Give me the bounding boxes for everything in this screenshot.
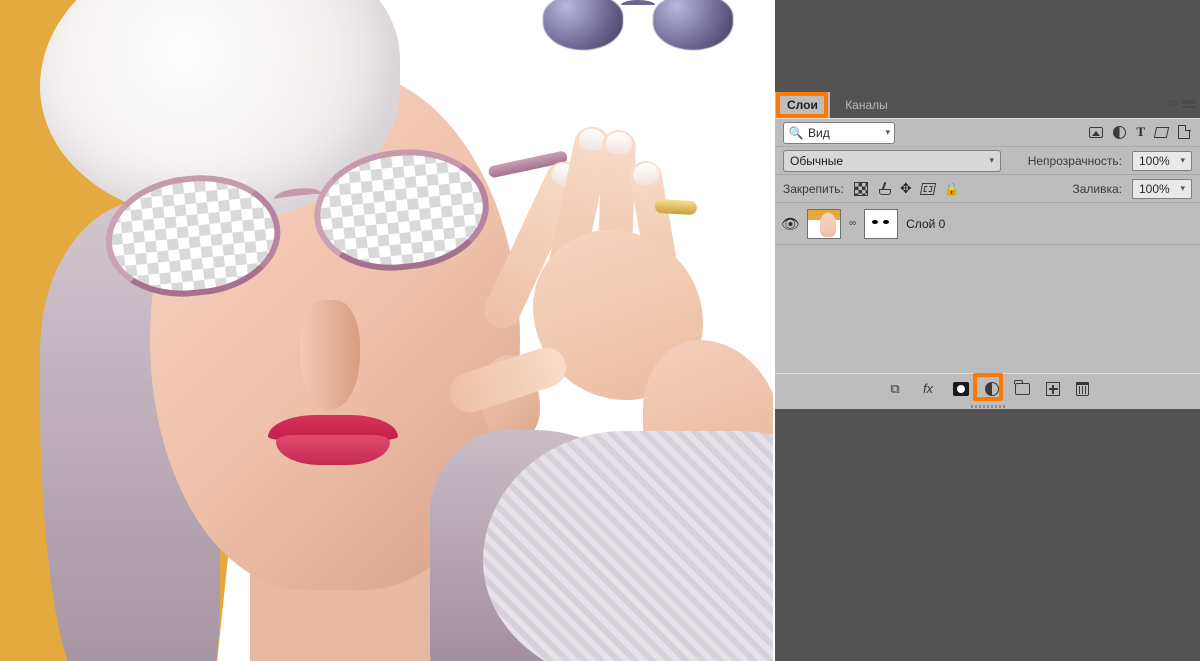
- lock-label: Закрепить:: [783, 182, 844, 196]
- fill-label: Заливка:: [1072, 182, 1122, 196]
- layers-list[interactable]: 👁 ∞ Слой 0: [775, 203, 1200, 373]
- mask-link-icon[interactable]: ∞: [849, 218, 856, 229]
- layers-panel-footer: ⧉ fx: [775, 373, 1200, 403]
- lock-position-icon[interactable]: ✥: [900, 180, 912, 197]
- chevron-down-icon: ▾: [989, 155, 994, 166]
- opacity-input[interactable]: 100% ▾: [1132, 151, 1192, 171]
- layer-style-icon[interactable]: fx: [920, 380, 937, 397]
- chevron-down-icon: ▾: [1180, 155, 1185, 166]
- opacity-label: Непрозрачность:: [1028, 154, 1122, 168]
- opacity-value: 100%: [1139, 154, 1170, 168]
- sweater-sleeve: [483, 431, 775, 661]
- panel-tabbar: Слои Каналы ≫: [775, 92, 1200, 118]
- lock-image-pixels-icon[interactable]: [877, 182, 891, 196]
- canvas-area[interactable]: [0, 0, 775, 661]
- lock-artboard-icon[interactable]: [919, 183, 935, 195]
- workspace-right: Слои Каналы ≫ 🔍 Вид ▾ T: [775, 0, 1200, 661]
- transparent-lens-left: [100, 167, 287, 305]
- filter-smartobj-icon[interactable]: [1178, 125, 1190, 139]
- panel-collapse-icon[interactable]: ≫: [1167, 96, 1180, 110]
- filter-pixel-icon[interactable]: [1089, 127, 1103, 138]
- lock-all-icon[interactable]: 🔒: [944, 181, 960, 197]
- chevron-down-icon: ▾: [1180, 183, 1185, 194]
- layers-panel: Слои Каналы ≫ 🔍 Вид ▾ T: [775, 92, 1200, 409]
- fill-input[interactable]: 100% ▾: [1132, 179, 1192, 199]
- delete-layer-icon[interactable]: [1076, 382, 1089, 396]
- filter-type-icon[interactable]: T: [1136, 124, 1145, 140]
- tab-channels[interactable]: Каналы: [833, 92, 900, 118]
- chevron-down-icon: ▾: [885, 127, 890, 138]
- visibility-toggle-icon[interactable]: 👁: [781, 215, 799, 233]
- filter-adjustment-icon[interactable]: [1113, 126, 1126, 139]
- blend-mode-value: Обычные: [790, 154, 843, 168]
- filter-shape-icon[interactable]: [1154, 127, 1169, 138]
- new-layer-icon[interactable]: [1046, 382, 1060, 396]
- fill-value: 100%: [1139, 182, 1170, 196]
- layer-filter-select[interactable]: 🔍 Вид ▾: [783, 122, 895, 144]
- gold-ring: [655, 199, 698, 215]
- layer-row[interactable]: 👁 ∞ Слой 0: [775, 203, 1200, 245]
- search-icon: 🔍: [788, 125, 804, 141]
- new-adjustment-layer-icon[interactable]: [985, 382, 999, 396]
- layer-filter-label: Вид: [808, 126, 830, 140]
- blend-mode-select[interactable]: Обычные ▾: [783, 150, 1001, 172]
- bg-sunglasses-display: [543, 0, 733, 95]
- lips: [268, 415, 398, 465]
- add-layer-mask-icon[interactable]: [953, 382, 969, 396]
- panel-resize-grip[interactable]: [775, 403, 1200, 409]
- lock-transparent-pixels-icon[interactable]: [854, 182, 868, 196]
- layer-thumbnail[interactable]: [807, 209, 841, 239]
- panel-menu-icon[interactable]: [1182, 98, 1196, 108]
- layer-name-label[interactable]: Слой 0: [906, 217, 945, 231]
- nose: [300, 300, 360, 410]
- tab-layers[interactable]: Слои: [775, 92, 830, 118]
- new-group-icon[interactable]: [1015, 383, 1030, 395]
- link-layers-icon[interactable]: ⧉: [887, 380, 904, 397]
- layer-mask-thumbnail[interactable]: [864, 209, 898, 239]
